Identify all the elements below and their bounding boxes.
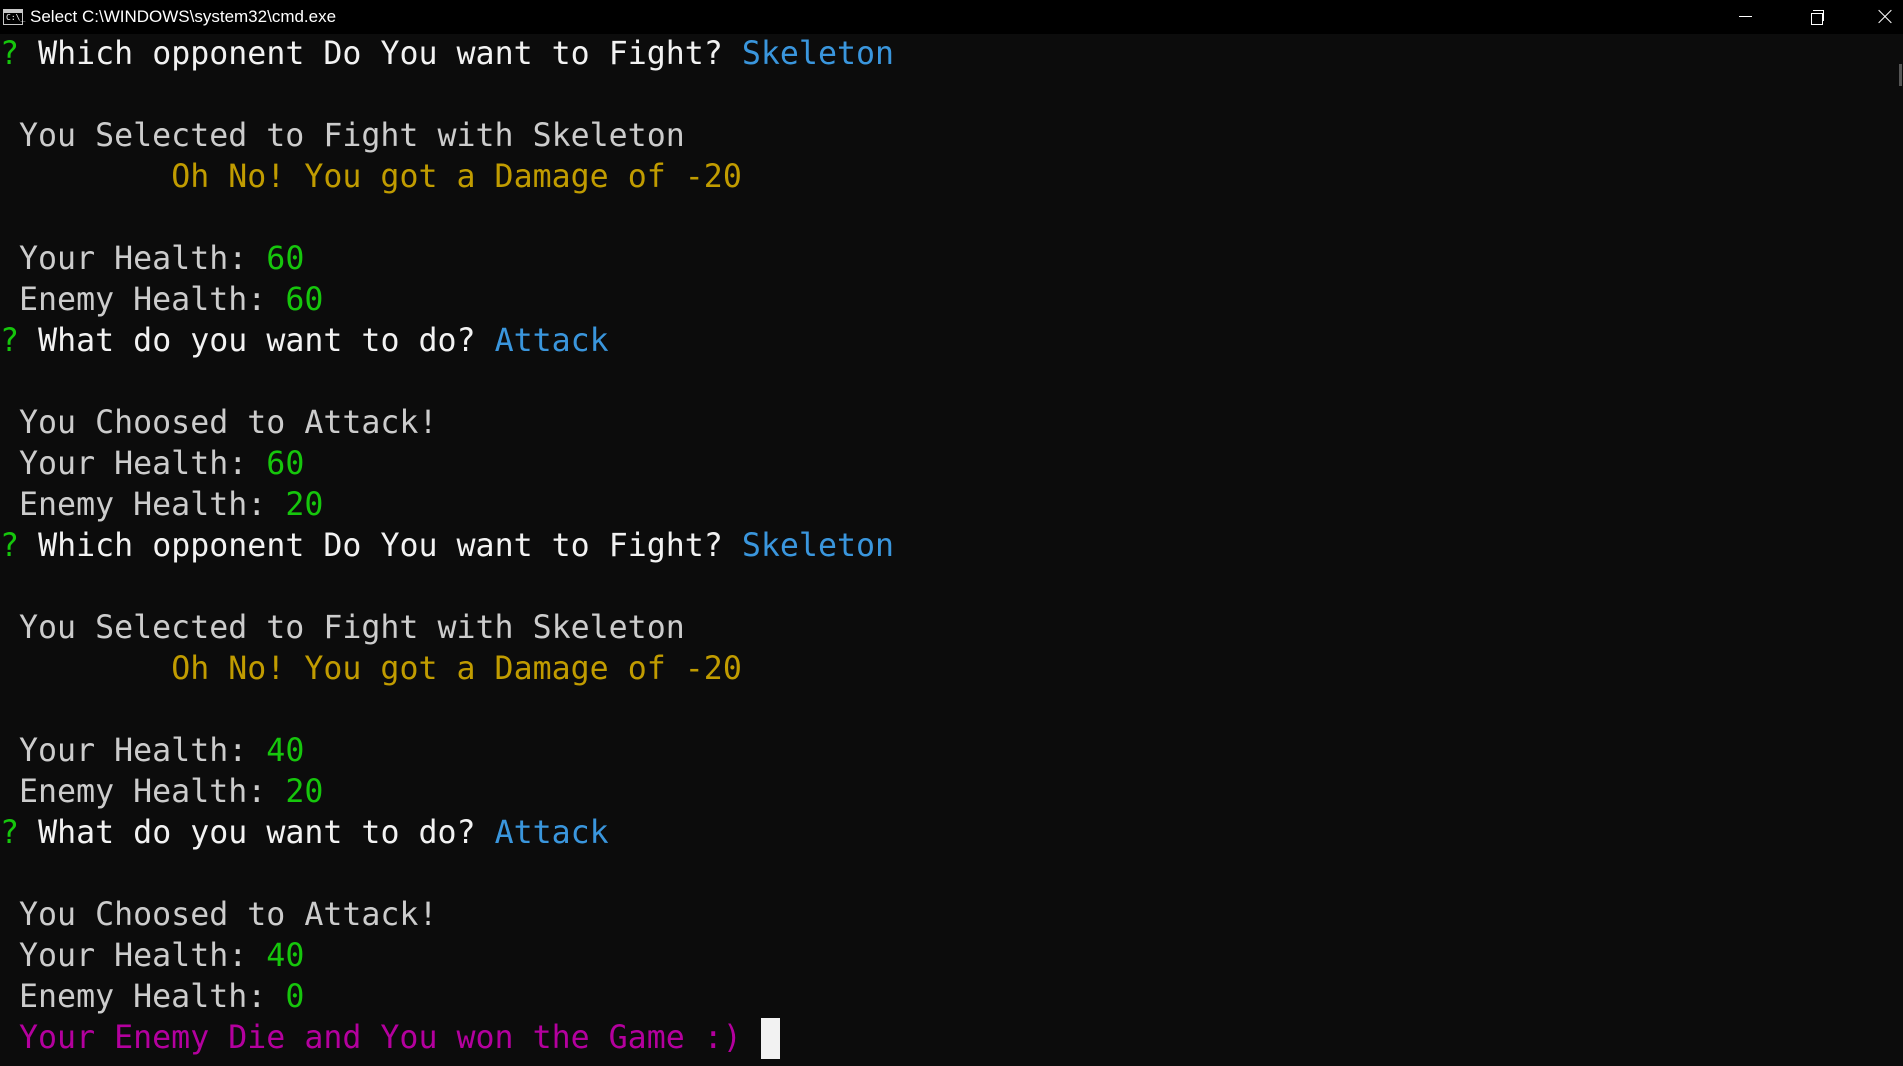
console-line: Your Health: 40 <box>0 936 1895 977</box>
health-label: Enemy Health: <box>19 487 267 523</box>
vertical-scrollbar[interactable] <box>1895 34 1903 1066</box>
console-line: Your Enemy Die and You won the Game :) <box>0 1018 1895 1059</box>
close-icon[interactable] <box>1850 0 1903 34</box>
console-line: Enemy Health: 20 <box>0 485 1895 526</box>
prompt-marker: ? <box>0 528 20 564</box>
health-label: Enemy Health: <box>19 979 267 1015</box>
console-line: Your Health: 60 <box>0 444 1895 485</box>
prompt-marker: ? <box>0 815 20 851</box>
health-value: 20 <box>285 487 324 523</box>
prompt-answer: Skeleton <box>741 528 895 564</box>
health-label: Your Health: <box>19 446 248 482</box>
console-line: ? What do you want to do? Attack <box>0 321 1895 362</box>
prompt-question: Which opponent Do You want to Fight? <box>38 528 723 564</box>
console-line: You Selected to Fight with Skeleton <box>0 608 1895 649</box>
console-line: Enemy Health: 0 <box>0 977 1895 1018</box>
health-label: Your Health: <box>19 733 248 769</box>
health-value: 40 <box>266 733 305 769</box>
minimize-icon[interactable] <box>1710 0 1780 34</box>
damage-message: Oh No! You got a Damage of -20 <box>171 651 742 687</box>
prompt-answer: Attack <box>494 323 609 359</box>
console-line: Your Health: 60 <box>0 239 1895 280</box>
console-line: ? Which opponent Do You want to Fight? S… <box>0 34 1895 75</box>
prompt-question: What do you want to do? <box>38 323 476 359</box>
damage-message: Oh No! You got a Damage of -20 <box>171 159 742 195</box>
output-text: You Choosed to Attack! <box>19 897 438 933</box>
console-line: Enemy Health: 60 <box>0 280 1895 321</box>
console-line: Your Health: 40 <box>0 731 1895 772</box>
prompt-answer: Attack <box>494 815 609 851</box>
console-line: Enemy Health: 20 <box>0 772 1895 813</box>
health-label: Your Health: <box>19 938 248 974</box>
console-line: ? What do you want to do? Attack <box>0 813 1895 854</box>
output-text: You Selected to Fight with Skeleton <box>19 610 685 646</box>
console-line: You Choosed to Attack! <box>0 895 1895 936</box>
health-value: 60 <box>266 241 305 277</box>
prompt-question: Which opponent Do You want to Fight? <box>38 36 723 72</box>
health-label: Your Health: <box>19 241 248 277</box>
console-line: Oh No! You got a Damage of -20 <box>0 649 1895 690</box>
prompt-answer: Skeleton <box>741 36 895 72</box>
title-bar: C:\_ Select C:\WINDOWS\system32\cmd.exe <box>0 0 1903 34</box>
output-text: You Selected to Fight with Skeleton <box>19 118 685 154</box>
victory-message: Your Enemy Die and You won the Game :) <box>19 1020 742 1056</box>
health-value: 60 <box>285 282 324 318</box>
health-label: Enemy Health: <box>19 774 267 810</box>
health-value: 0 <box>285 979 305 1015</box>
restore-icon[interactable] <box>1780 0 1850 34</box>
prompt-marker: ? <box>0 323 20 359</box>
console-line: Oh No! You got a Damage of -20 <box>0 157 1895 198</box>
window-title: Select C:\WINDOWS\system32\cmd.exe <box>30 7 337 26</box>
console-line: You Selected to Fight with Skeleton <box>0 116 1895 157</box>
cmd-icon[interactable]: C:\_ <box>3 9 25 25</box>
health-label: Enemy Health: <box>19 282 267 318</box>
text-cursor[interactable] <box>760 1018 780 1059</box>
health-value: 60 <box>266 446 305 482</box>
output-text: You Choosed to Attack! <box>19 405 438 441</box>
console-line: You Choosed to Attack! <box>0 403 1895 444</box>
health-value: 20 <box>285 774 324 810</box>
health-value: 40 <box>266 938 305 974</box>
prompt-question: What do you want to do? <box>38 815 476 851</box>
console-output[interactable]: ? Which opponent Do You want to Fight? S… <box>0 34 1895 1066</box>
prompt-marker: ? <box>0 36 20 72</box>
console-line: ? Which opponent Do You want to Fight? S… <box>0 526 1895 567</box>
